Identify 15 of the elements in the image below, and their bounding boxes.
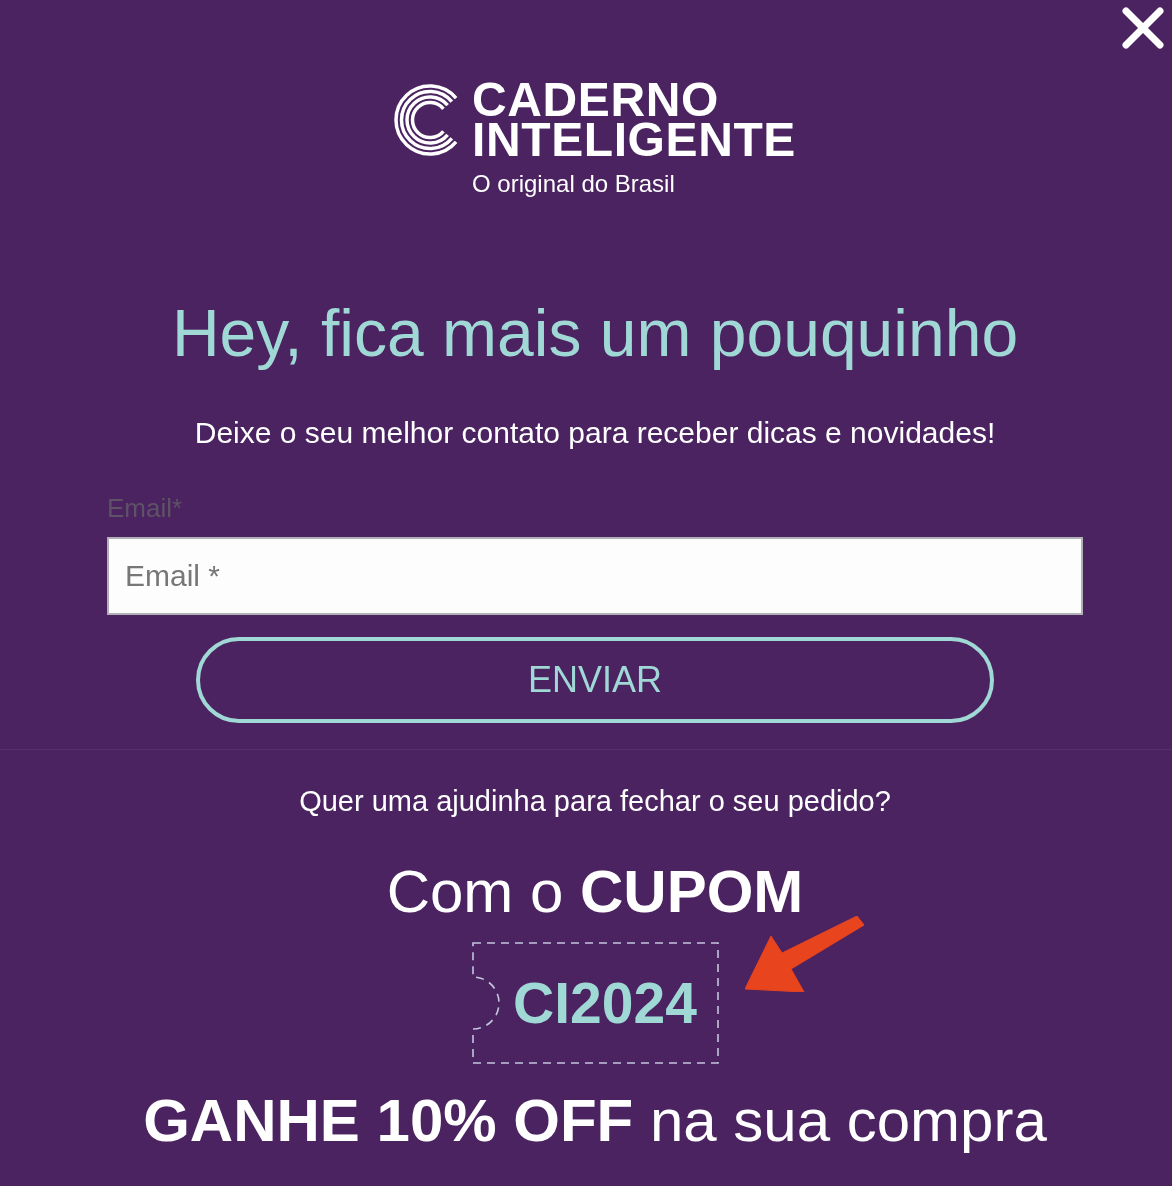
email-field[interactable]: Email * <box>107 537 1083 615</box>
logo-text: INTELIGENTE <box>472 120 796 160</box>
logo-text: CADERNO <box>472 80 719 120</box>
promo-question: Quer uma ajudinha para fechar o seu pedido? <box>299 784 891 819</box>
popup-heading: Hey, fica mais um pouquinho <box>171 295 1019 372</box>
coupon-headline: Com o CUPOM <box>386 857 804 927</box>
submit-button[interactable]: ENVIAR <box>196 637 994 723</box>
logo-tagline: O original do Brasil <box>472 170 675 198</box>
coupon-code: CI2024 <box>513 971 697 1035</box>
arrow-icon <box>744 916 864 992</box>
popup-subtitle: Deixe o seu melhor contato para receber dicas e novidades! <box>194 415 996 451</box>
close-button[interactable] <box>1122 7 1164 49</box>
logo-icon <box>394 84 458 156</box>
offer-text: GANHE 10% OFF na sua compra <box>143 1086 1047 1156</box>
close-icon <box>1122 7 1164 49</box>
